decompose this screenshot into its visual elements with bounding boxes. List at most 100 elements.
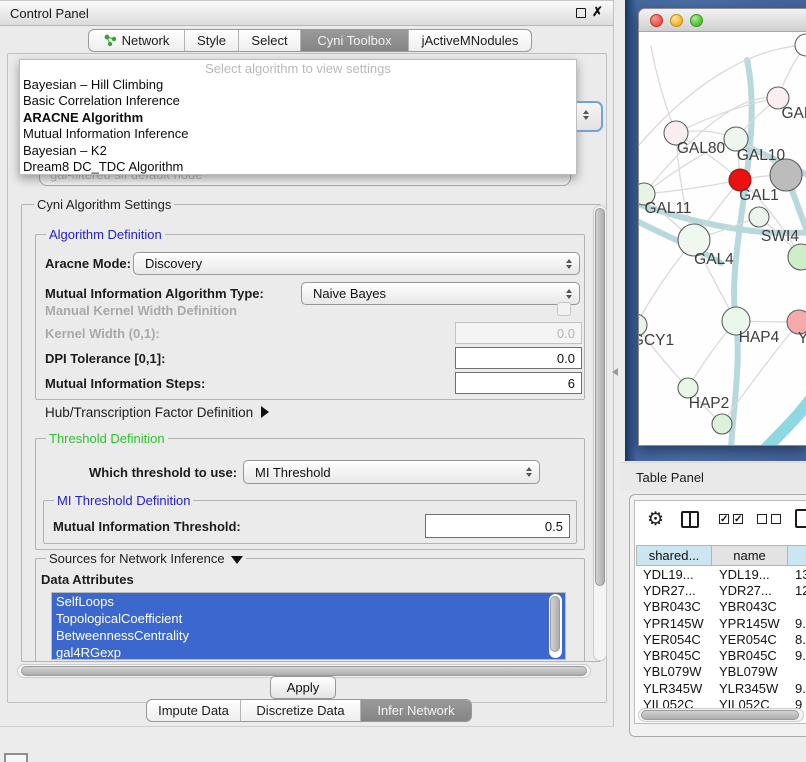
gear-icon[interactable]: ⚙ <box>647 508 664 531</box>
tab-label: Infer Network <box>377 703 454 718</box>
close-icon[interactable]: ✗ <box>592 4 603 20</box>
expanded-triangle-icon <box>231 556 243 564</box>
tab-jactivemnodules[interactable]: jActiveMNodules <box>409 30 531 51</box>
minimize-traffic-light-icon[interactable] <box>670 14 683 27</box>
which-threshold-combo[interactable]: MI Threshold <box>243 460 540 484</box>
table-row[interactable]: YBR043CYBR043C <box>636 599 806 615</box>
data-attributes-label: Data Attributes <box>41 572 134 587</box>
cyni-algorithm-settings-title: Cyni Algorithm Settings <box>34 197 174 212</box>
table-cell: YLR345W <box>712 681 788 696</box>
zoom-traffic-light-icon[interactable] <box>690 14 703 27</box>
network-edge[interactable] <box>676 98 778 133</box>
combo-arrows-icon <box>566 259 572 269</box>
sources-title-text: Sources for Network Inference <box>49 551 225 566</box>
table-row[interactable]: YDL19...YDL19...13 <box>636 566 806 582</box>
algorithm-option[interactable]: ARACNE Algorithm <box>20 110 576 126</box>
attribute-item[interactable]: BetweennessCentrality <box>52 627 565 644</box>
hub-definition-disclosure[interactable]: Hub/Transcription Factor Definition <box>45 405 269 420</box>
columns-icon[interactable] <box>681 511 699 528</box>
mi-threshold-value: 0.5 <box>545 519 563 534</box>
tab-cyni-toolbox[interactable]: Cyni Toolbox <box>301 30 409 51</box>
attribute-item[interactable]: SelfLoops <box>52 593 565 610</box>
tab-infer-network[interactable]: Infer Network <box>361 700 471 721</box>
panel-collapse-arrow-icon[interactable] <box>612 368 618 376</box>
tab-network[interactable]: Network <box>89 30 185 51</box>
network-node[interactable] <box>788 244 806 270</box>
table-cell: YBL079W <box>712 664 788 679</box>
attribute-item[interactable]: gal4RGexp <box>52 644 565 660</box>
table-cell: YER054C <box>712 632 788 647</box>
column-header-name[interactable]: name <box>712 545 788 566</box>
attribute-list-scrollbar[interactable] <box>549 594 562 658</box>
tab-style[interactable]: Style <box>185 30 239 51</box>
node-label-hap4: HAP4 <box>739 329 780 346</box>
tab-label: jActiveMNodules <box>422 33 519 48</box>
attribute-item[interactable]: TopologicalCoefficient <box>52 610 565 627</box>
control-panel-titlebar: Control Panel ✗ <box>0 1 613 26</box>
checked-box-icon[interactable]: ✓ <box>719 514 729 524</box>
table-cell: 9. <box>788 616 806 631</box>
table-panel-title: Table Panel <box>636 470 704 485</box>
algorithm-dropdown-list: Select algorithm to view settings Bayesi… <box>19 59 577 175</box>
network-icon <box>104 34 117 47</box>
document-icon[interactable] <box>795 509 806 528</box>
table-row[interactable]: YLR345WYLR345W9. <box>636 680 806 696</box>
table-cell: YPR145W <box>712 616 788 631</box>
algorithm-option[interactable]: Basic Correlation Inference <box>20 93 576 109</box>
tab-impute-data[interactable]: Impute Data <box>147 700 241 721</box>
algorithm-combo-fragment[interactable] <box>577 101 603 132</box>
checked-box-icon[interactable]: ✓ <box>733 514 743 524</box>
algorithm-option[interactable]: Bayesian – Hill Climbing <box>20 77 576 93</box>
sources-title[interactable]: Sources for Network Inference <box>46 551 246 566</box>
mi-threshold-label: Mutual Information Threshold: <box>53 519 241 534</box>
algorithm-option[interactable]: Mutual Information Inference <box>20 126 576 142</box>
combo-arrows-icon <box>566 289 572 299</box>
manual-kernel-checkbox[interactable] <box>557 302 571 316</box>
network-edge[interactable] <box>755 384 806 446</box>
table-row[interactable]: YER054CYER054C8. <box>636 631 806 647</box>
table-row[interactable]: YPR145WYPR145W9. <box>636 615 806 631</box>
settings-vertical-scrollbar[interactable] <box>593 205 607 661</box>
network-edge[interactable] <box>651 46 676 133</box>
mi-steps-label: Mutual Information Steps: <box>45 376 205 391</box>
unchecked-box-icon[interactable] <box>771 514 781 524</box>
tab-select[interactable]: Select <box>239 30 301 51</box>
close-traffic-light-icon[interactable] <box>650 14 663 27</box>
tab-discretize-data[interactable]: Discretize Data <box>241 700 361 721</box>
tab-label: Network <box>122 33 170 48</box>
network-edge[interactable] <box>644 180 740 194</box>
network-view-window: GALGAL80GAL10GAL1GAL11SWI4GAL4GCY1HAP4YH… <box>638 8 806 446</box>
aracne-mode-label: Aracne Mode: <box>45 256 131 271</box>
table-row[interactable]: YDR27...YDR27...12 <box>636 582 806 598</box>
kernel-width-field[interactable]: 0.0 <box>455 322 582 344</box>
table-horizontal-scrollbar[interactable] <box>638 708 804 722</box>
aracne-mode-combo[interactable]: Discovery <box>133 252 580 275</box>
column-header-A[interactable]: A <box>788 545 806 566</box>
aracne-mode-value: Discovery <box>145 256 202 271</box>
algorithm-option[interactable]: Dream8 DC_TDC Algorithm <box>20 159 576 175</box>
apply-button[interactable]: Apply <box>270 676 336 699</box>
float-window-icon[interactable] <box>576 8 586 18</box>
tab-label: Select <box>251 33 287 48</box>
network-node[interactable] <box>712 414 732 434</box>
table-row[interactable]: YBR045CYBR045C9. <box>636 647 806 663</box>
which-threshold-label: Which threshold to use: <box>89 465 237 480</box>
network-node[interactable] <box>795 34 806 56</box>
mi-algorithm-type-combo[interactable]: Naive Bayes <box>301 282 580 305</box>
table-cell: YLR345W <box>636 681 712 696</box>
algorithm-option[interactable]: Bayesian – K2 <box>20 143 576 159</box>
mi-steps-value: 6 <box>568 376 575 391</box>
network-canvas[interactable]: GALGAL80GAL10GAL1GAL11SWI4GAL4GCY1HAP4YH… <box>639 32 806 446</box>
mi-threshold-field[interactable]: 0.5 <box>425 514 570 538</box>
table-row[interactable]: YBL079WYBL079W <box>636 664 806 680</box>
unchecked-box-icon[interactable] <box>757 514 767 524</box>
mi-steps-field[interactable]: 6 <box>455 372 582 394</box>
control-panel-title: Control Panel <box>10 6 89 21</box>
node-label-gcy1: GCY1 <box>639 332 674 349</box>
dpi-tolerance-field[interactable]: 0.0 <box>455 347 582 369</box>
table-panel-content: ⚙ ✓ ✓ shared...nameAYDL19...YDL19...13YD… <box>634 500 806 724</box>
column-header-shared...[interactable]: shared... <box>636 545 712 566</box>
table-cell: YBR045C <box>636 648 712 663</box>
network-node-swi4[interactable] <box>749 207 769 227</box>
table-cell: 9. <box>788 681 806 696</box>
